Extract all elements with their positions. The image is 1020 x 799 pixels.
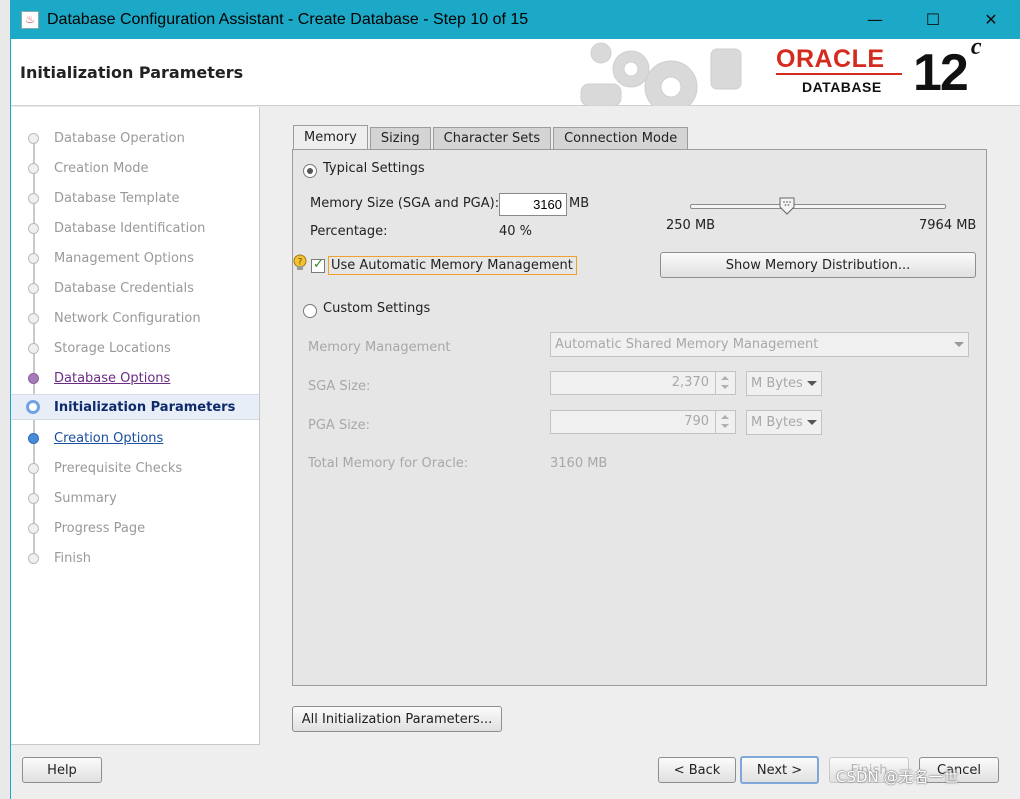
total-memory-label: Total Memory for Oracle: xyxy=(308,456,469,471)
svg-text:?: ? xyxy=(298,258,303,268)
maximize-button[interactable]: ☐ xyxy=(904,0,962,39)
dbca-window: ♨ Database Configuration Assistant - Cre… xyxy=(10,0,1020,799)
amm-checkbox[interactable] xyxy=(311,257,325,273)
step-summary: Summary xyxy=(11,485,259,511)
version-number: 12 xyxy=(913,44,969,102)
pga-size-spinner[interactable]: 790 xyxy=(550,410,736,434)
sga-unit-select[interactable]: M Bytes xyxy=(746,371,822,396)
sga-size-label: SGA Size: xyxy=(308,379,371,394)
step-creation-mode: Creation Mode xyxy=(11,155,259,181)
tab-memory[interactable]: Memory xyxy=(293,125,368,149)
memory-management-select[interactable]: Automatic Shared Memory Management xyxy=(550,332,969,357)
step-database-operation: Database Operation xyxy=(11,125,259,151)
page-title: Initialization Parameters xyxy=(20,63,244,82)
oracle-logo: ORACLE DATABASE xyxy=(776,45,906,101)
gears-graphic-icon xyxy=(580,42,742,106)
slider-min-label: 250 MB xyxy=(666,218,716,233)
tab-connection-mode[interactable]: Connection Mode xyxy=(553,127,689,149)
tab-bar: Memory Sizing Character Sets Connection … xyxy=(293,125,690,149)
database-wordmark: DATABASE xyxy=(802,79,882,95)
step-database-credentials: Database Credentials xyxy=(11,275,259,301)
oracle-wordmark: ORACLE xyxy=(776,45,885,73)
steps-panel: Database Operation Creation Mode Databas… xyxy=(11,107,260,745)
amm-label[interactable]: Use Automatic Memory Management xyxy=(331,258,573,273)
title-bar: ♨ Database Configuration Assistant - Cre… xyxy=(11,0,1020,39)
memory-slider-thumb[interactable] xyxy=(778,197,796,215)
memory-tab-panel: Typical Settings Memory Size (SGA and PG… xyxy=(292,149,987,686)
minimize-button[interactable]: — xyxy=(846,0,904,39)
java-app-icon: ♨ xyxy=(21,10,39,29)
memory-management-label: Memory Management xyxy=(308,340,451,355)
help-button[interactable]: Help xyxy=(22,757,102,783)
hint-lightbulb-icon: ? xyxy=(293,254,307,270)
typical-settings-radio[interactable] xyxy=(303,164,317,178)
memory-slider-track[interactable] xyxy=(690,204,946,209)
csdn-watermark: CSDN @无名一世 xyxy=(836,768,959,786)
step-storage-locations: Storage Locations xyxy=(11,335,259,361)
step-initialization-parameters: Initialization Parameters xyxy=(11,394,259,420)
show-memory-distribution-button[interactable]: Show Memory Distribution... xyxy=(660,252,976,278)
custom-settings-radio[interactable] xyxy=(303,304,317,318)
next-button[interactable]: Next > xyxy=(740,756,819,784)
step-prerequisite-checks: Prerequisite Checks xyxy=(11,455,259,481)
percentage-label: Percentage: xyxy=(310,224,388,239)
desktop-background xyxy=(0,0,10,799)
page-header: Initialization Parameters ORACLE DATABAS… xyxy=(11,34,1020,106)
step-database-options[interactable]: Database Options xyxy=(11,365,259,391)
step-progress-page: Progress Page xyxy=(11,515,259,541)
memory-size-input[interactable] xyxy=(499,193,567,216)
all-initialization-parameters-button[interactable]: All Initialization Parameters... xyxy=(292,706,502,732)
step-finish: Finish xyxy=(11,545,259,571)
sga-size-spinner[interactable]: 2,370 xyxy=(550,371,736,395)
percentage-value: 40 % xyxy=(499,224,533,239)
pga-size-label: PGA Size: xyxy=(308,418,371,433)
back-button[interactable]: < Back xyxy=(658,757,736,783)
memory-size-unit: MB xyxy=(569,196,590,211)
step-database-identification: Database Identification xyxy=(11,215,259,241)
memory-size-label: Memory Size (SGA and PGA): xyxy=(310,196,500,211)
slider-max-label: 7964 MB xyxy=(919,218,977,233)
step-database-template: Database Template xyxy=(11,185,259,211)
tab-character-sets[interactable]: Character Sets xyxy=(432,127,552,149)
typical-settings-label: Typical Settings xyxy=(323,161,425,176)
step-creation-options[interactable]: Creation Options xyxy=(11,425,259,451)
version-logo: 12 c xyxy=(913,34,981,103)
version-suffix: c xyxy=(970,33,982,60)
step-network-configuration: Network Configuration xyxy=(11,305,259,331)
window-title: Database Configuration Assistant - Creat… xyxy=(47,10,529,28)
main-content: Memory Sizing Character Sets Connection … xyxy=(260,107,1020,745)
pga-unit-select[interactable]: M Bytes xyxy=(746,410,822,435)
step-management-options: Management Options xyxy=(11,245,259,271)
custom-settings-label: Custom Settings xyxy=(323,301,431,316)
tab-sizing[interactable]: Sizing xyxy=(369,127,431,149)
total-memory-value: 3160 MB xyxy=(550,456,608,471)
